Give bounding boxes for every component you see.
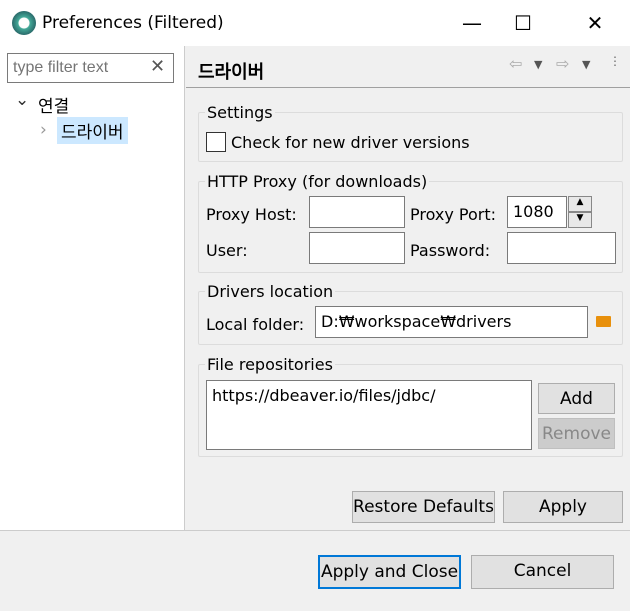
page-title: 드라이버 <box>198 62 265 83</box>
proxy-host-label: Proxy Host: <box>206 205 297 224</box>
window-title: Preferences (Filtered) <box>42 13 224 33</box>
apply-button[interactable]: Apply <box>503 491 623 523</box>
tree-item-connection[interactable]: 연결 <box>38 92 69 117</box>
maximize-icon[interactable]: ☐ <box>508 8 538 38</box>
restore-defaults-button[interactable]: Restore Defaults <box>352 491 495 523</box>
proxy-host-input[interactable] <box>309 196 405 228</box>
close-icon[interactable]: ✕ <box>580 8 610 38</box>
footer-divider <box>0 530 630 531</box>
proxy-group-label: HTTP Proxy (for downloads) <box>205 172 430 191</box>
password-input[interactable] <box>507 232 616 264</box>
password-label: Password: <box>410 241 491 260</box>
check-new-versions-label[interactable]: Check for new driver versions <box>231 133 470 152</box>
user-label: User: <box>206 241 248 260</box>
forward-dropdown-icon[interactable]: ▼ <box>582 58 590 71</box>
back-arrow-icon[interactable]: ⇦ <box>509 54 522 73</box>
repository-item[interactable]: https://dbeaver.io/files/jdbc/ <box>212 386 526 405</box>
port-increment-icon[interactable]: ▲ <box>568 196 592 212</box>
cancel-button[interactable]: Cancel <box>471 555 614 589</box>
clear-filter-icon[interactable]: ✕ <box>150 56 165 77</box>
tree-item-driver[interactable]: 드라이버 <box>57 117 128 144</box>
proxy-port-label: Proxy Port: <box>410 205 497 224</box>
add-button[interactable]: Add <box>538 383 615 414</box>
chevron-down-icon[interactable]: ⌄ <box>15 90 29 110</box>
header-divider <box>186 87 630 88</box>
local-folder-input[interactable]: D:₩workspace₩drivers <box>315 306 588 338</box>
chevron-right-icon[interactable]: › <box>40 120 47 140</box>
local-folder-label: Local folder: <box>206 315 305 334</box>
minimize-icon[interactable]: — <box>457 8 487 38</box>
forward-arrow-icon[interactable]: ⇨ <box>556 54 569 73</box>
folder-icon[interactable] <box>596 316 611 327</box>
remove-button[interactable]: Remove <box>538 418 615 449</box>
file-repositories-label: File repositories <box>205 355 335 374</box>
title-bar: Preferences (Filtered) — ☐ ✕ <box>0 0 630 46</box>
menu-icon[interactable]: ⋮ <box>609 54 621 68</box>
drivers-location-label: Drivers location <box>205 282 336 301</box>
port-decrement-icon[interactable]: ▼ <box>568 212 592 228</box>
repositories-list[interactable]: https://dbeaver.io/files/jdbc/ <box>206 380 532 450</box>
filter-input[interactable] <box>7 53 174 83</box>
settings-group-label: Settings <box>205 103 275 122</box>
check-new-versions-checkbox[interactable] <box>206 132 226 152</box>
back-dropdown-icon[interactable]: ▼ <box>534 58 542 71</box>
user-input[interactable] <box>309 232 405 264</box>
app-logo-icon <box>12 11 36 35</box>
apply-and-close-button[interactable]: Apply and Close <box>318 555 461 589</box>
proxy-port-input[interactable]: 1080 <box>507 196 567 228</box>
